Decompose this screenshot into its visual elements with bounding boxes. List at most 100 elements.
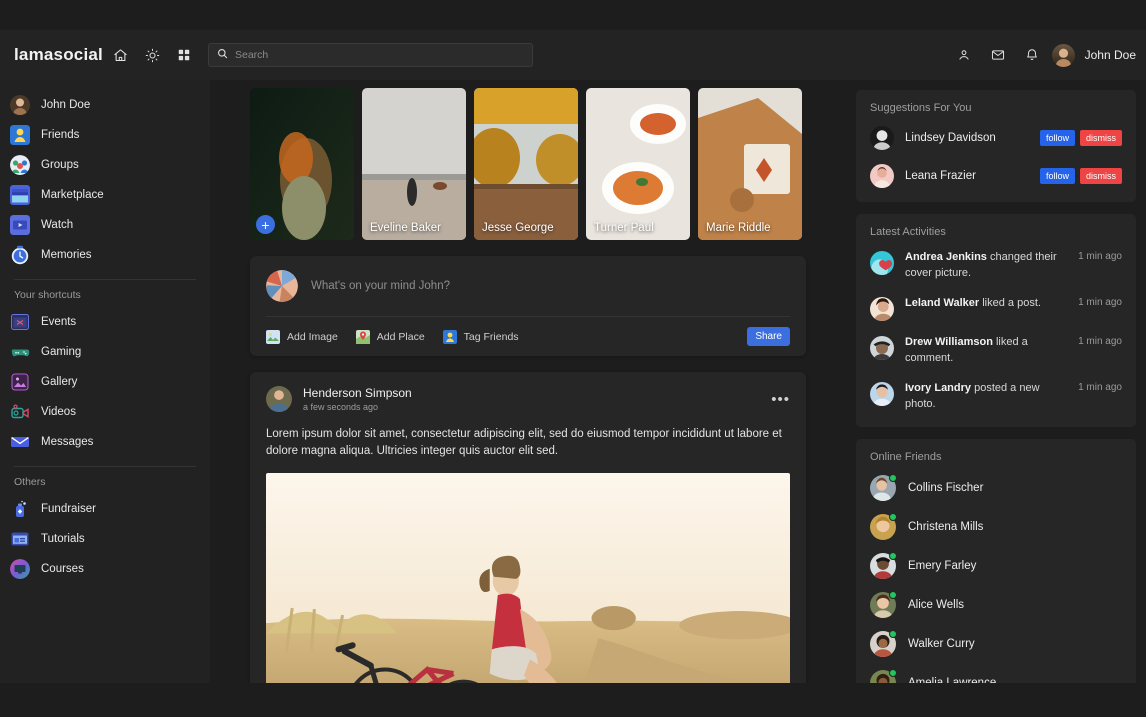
- sidebar-divider-2: [14, 466, 196, 467]
- tag-friends-button[interactable]: Tag Friends: [442, 329, 519, 344]
- avatar-wrapper: [870, 629, 897, 657]
- activity-time: 1 min ago: [1078, 335, 1122, 347]
- follow-button[interactable]: follow: [1039, 168, 1075, 184]
- topbar-username: John Doe: [1084, 48, 1136, 62]
- activity-time: 1 min ago: [1078, 251, 1122, 262]
- post-author-name: Henderson Simpson: [303, 386, 412, 400]
- sidebar-item-profile[interactable]: John Doe: [0, 90, 210, 120]
- online-status-dot: [889, 668, 897, 677]
- story-name: Eveline Baker: [370, 222, 441, 234]
- grid-icon[interactable]: [168, 39, 200, 71]
- activity-item: Drew Williamson liked a comment. 1 min a…: [870, 335, 1122, 367]
- brightness-icon[interactable]: [136, 39, 168, 71]
- avatar[interactable]: [870, 251, 894, 275]
- story-card-add[interactable]: +: [250, 88, 354, 240]
- story-card[interactable]: Eveline Baker: [362, 88, 466, 240]
- sidebar-item-label: Gaming: [41, 346, 82, 358]
- add-story-button[interactable]: +: [256, 215, 275, 234]
- add-image-button[interactable]: Add Image: [266, 329, 338, 344]
- tutorials-icon: [10, 529, 30, 549]
- add-place-button[interactable]: Add Place: [355, 329, 425, 344]
- mail-icon[interactable]: [984, 41, 1012, 69]
- watch-icon: [10, 215, 30, 235]
- marketplace-icon: [10, 185, 30, 205]
- search-bar[interactable]: [208, 43, 533, 67]
- online-status-dot: [889, 590, 897, 599]
- sidebar-item-label: Courses: [41, 563, 84, 575]
- online-friend-item[interactable]: Walker Curry: [870, 629, 1122, 657]
- suggestions-card: Suggestions For You Lindsey Davidson fol…: [856, 90, 1136, 202]
- online-friend-item[interactable]: Alice Wells: [870, 590, 1122, 618]
- search-input[interactable]: [235, 49, 524, 61]
- sidebar-item-courses[interactable]: Courses: [0, 554, 210, 584]
- sidebar-item-watch[interactable]: Watch: [0, 210, 210, 240]
- sidebar-item-gaming[interactable]: Gaming: [0, 337, 210, 367]
- activity-item: Leland Walker liked a post. 1 min ago: [870, 296, 1122, 321]
- story-card[interactable]: Marie Riddle: [698, 88, 802, 240]
- avatar[interactable]: [870, 335, 894, 360]
- sidebar-item-gallery[interactable]: Gallery: [0, 367, 210, 397]
- story-card[interactable]: Jesse George: [474, 88, 578, 240]
- sidebar-item-events[interactable]: Events: [0, 307, 210, 337]
- sidebar-item-label: Memories: [41, 249, 92, 261]
- avatar[interactable]: [1051, 43, 1075, 67]
- brand-logo[interactable]: lamasocial: [14, 45, 103, 65]
- post-header: Henderson Simpson a few seconds ago •••: [266, 386, 790, 412]
- online-friend-item[interactable]: Amelia Lawrence: [870, 668, 1122, 683]
- post-image[interactable]: [266, 472, 790, 683]
- online-friend-name: Walker Curry: [908, 637, 975, 650]
- post-timestamp: a few seconds ago: [303, 402, 379, 412]
- sidebar-divider-1: [14, 279, 196, 280]
- feed-post: Henderson Simpson a few seconds ago ••• …: [250, 372, 806, 683]
- sidebar-item-fundraiser[interactable]: Fundraiser: [0, 494, 210, 524]
- activity-text: Ivory Landry posted a new photo.: [905, 381, 1067, 413]
- avatar[interactable]: [870, 296, 894, 321]
- avatar[interactable]: [870, 164, 894, 188]
- dismiss-button[interactable]: dismiss: [1079, 168, 1122, 184]
- story-card[interactable]: Turner Paul: [586, 88, 690, 240]
- online-status-dot: [889, 473, 897, 482]
- sidebar-item-tutorials[interactable]: Tutorials: [0, 524, 210, 554]
- sidebar-item-marketplace[interactable]: Marketplace: [0, 180, 210, 210]
- online-friend-item[interactable]: Collins Fischer: [870, 473, 1122, 501]
- dismiss-button[interactable]: dismiss: [1079, 130, 1122, 146]
- map-icon: [355, 329, 370, 344]
- sidebar-item-videos[interactable]: Videos: [0, 397, 210, 427]
- sidebar-item-messages[interactable]: Messages: [0, 427, 210, 457]
- avatar-wrapper: [870, 668, 897, 683]
- story-name: Marie Riddle: [706, 222, 771, 234]
- sidebar-item-friends[interactable]: Friends: [0, 120, 210, 150]
- share-button[interactable]: Share: [747, 327, 790, 346]
- home-icon[interactable]: [104, 39, 136, 71]
- online-friend-item[interactable]: Christena Mills: [870, 512, 1122, 540]
- avatar[interactable]: [870, 381, 894, 406]
- avatar-wrapper: [870, 512, 897, 540]
- memories-icon: [10, 245, 30, 265]
- activity-name: Andrea Jenkins: [905, 251, 987, 263]
- suggestions-title: Suggestions For You: [870, 102, 972, 114]
- sidebar-item-groups[interactable]: Groups: [0, 150, 210, 180]
- post-author-avatar[interactable]: [266, 386, 292, 412]
- image-icon: [266, 329, 280, 344]
- sidebar-item-memories[interactable]: Memories: [0, 240, 210, 270]
- online-friend-item[interactable]: Emery Farley: [870, 551, 1122, 579]
- sidebar-heading-shortcuts: Your shortcuts: [14, 289, 81, 301]
- fundraiser-icon: [10, 499, 30, 519]
- composer-input[interactable]: [311, 280, 790, 292]
- messages-icon: [10, 432, 30, 452]
- friends-icon: [10, 125, 30, 145]
- post-more-icon[interactable]: •••: [771, 391, 790, 408]
- online-status-dot: [889, 629, 897, 638]
- composer-divider: [266, 316, 790, 317]
- online-status-dot: [889, 551, 897, 560]
- activities-card: Latest Activities Andrea Jenkins changed…: [856, 214, 1136, 427]
- bell-icon[interactable]: [1018, 41, 1046, 69]
- activity-item: Ivory Landry posted a new photo. 1 min a…: [870, 381, 1122, 413]
- follow-button[interactable]: follow: [1039, 130, 1075, 146]
- avatar-wrapper: [870, 590, 897, 618]
- story-name: Jesse George: [482, 222, 554, 234]
- sidebar-item-label: Friends: [41, 129, 80, 141]
- person-icon[interactable]: [950, 41, 978, 69]
- sidebar-item-label: Fundraiser: [41, 503, 96, 515]
- avatar[interactable]: [870, 126, 894, 150]
